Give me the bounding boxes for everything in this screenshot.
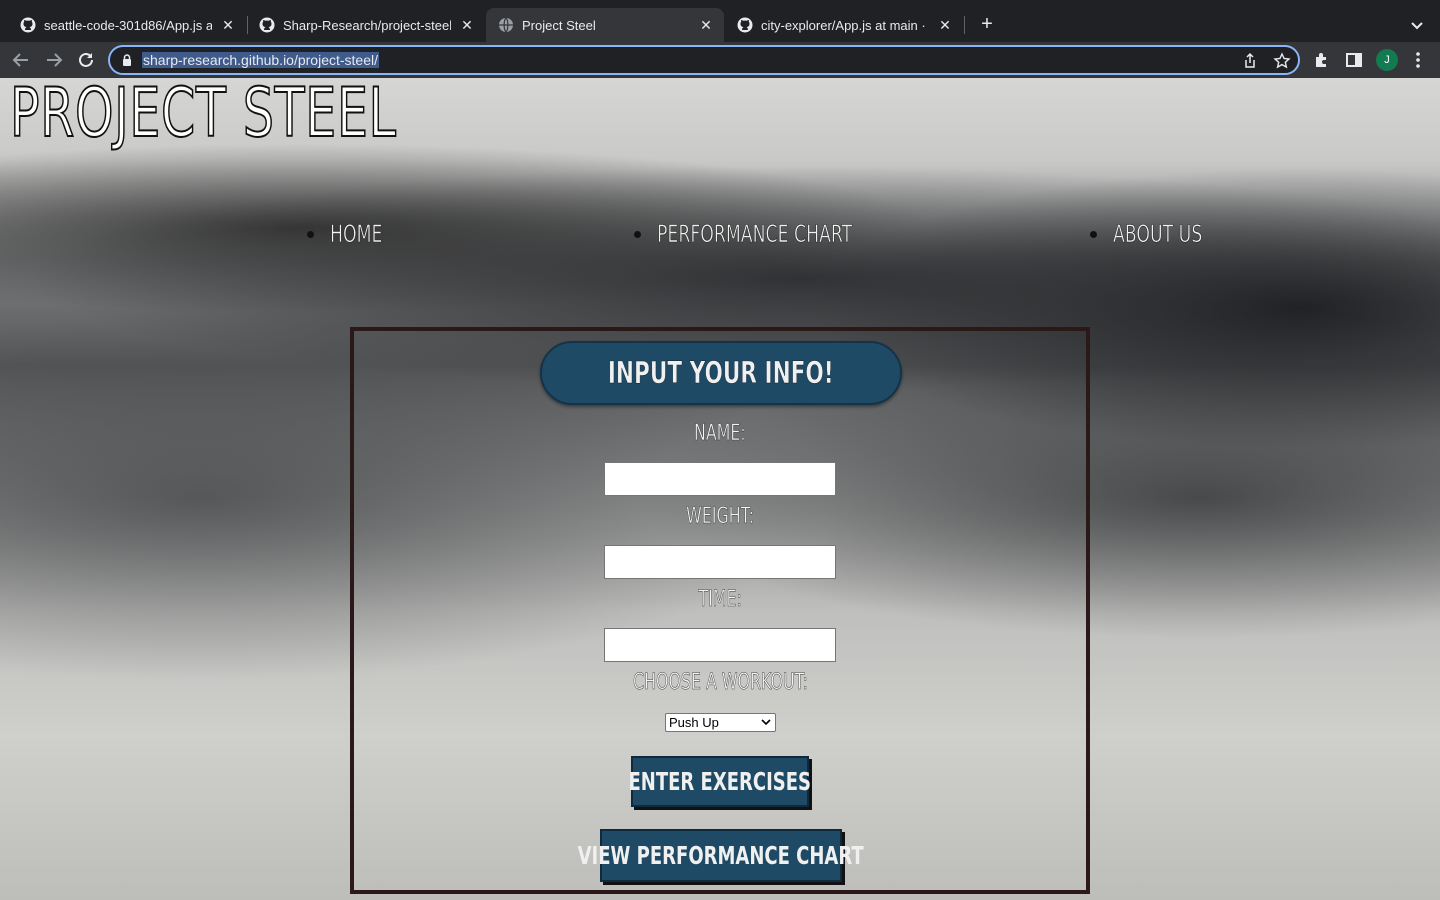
view-performance-chart-button[interactable]: VIEW PERFORMANCE CHART (578, 829, 864, 882)
view-performance-chart-label: VIEW PERFORMANCE CHART (577, 841, 865, 870)
bullet (634, 230, 641, 238)
close-tab-icon[interactable]: ✕ (937, 17, 953, 33)
form-heading-text: INPUT YOUR INFO! (608, 355, 834, 391)
close-tab-icon[interactable]: ✕ (220, 17, 236, 33)
extensions-puzzle-icon[interactable] (1312, 50, 1332, 70)
main-nav: HOME PERFORMANCE CHART ABOUT US (0, 218, 1440, 250)
tab-title: seattle-code-301d86/App.js at (44, 17, 212, 33)
close-tab-icon[interactable]: ✕ (698, 17, 714, 33)
nav-link-about-us[interactable]: ABOUT US (1113, 220, 1203, 249)
tab-title: city-explorer/App.js at main · S (761, 17, 929, 33)
bullet (307, 230, 314, 238)
enter-exercises-label: ENTER EXERCISES (628, 767, 812, 796)
reload-icon[interactable] (75, 49, 97, 71)
workout-select-value: Push Up (669, 715, 719, 730)
nav-about-us[interactable]: ABOUT US (1090, 218, 1237, 250)
github-icon (259, 17, 275, 33)
tab-project-steel[interactable]: Project Steel ✕ (486, 8, 724, 42)
more-menu-icon[interactable] (1408, 50, 1428, 70)
address-bar[interactable]: sharp-research.github.io/project-steel/ (108, 45, 1300, 75)
form-heading: INPUT YOUR INFO! (540, 341, 902, 405)
tab-project-steel-repo[interactable]: Sharp-Research/project-steel ✕ (247, 8, 485, 42)
site-title: PROJECT STEEL (9, 78, 397, 153)
tab-title: Project Steel (522, 17, 596, 33)
url-text[interactable]: sharp-research.github.io/project-steel/ (142, 52, 380, 68)
time-input[interactable] (604, 628, 836, 662)
side-panel-icon[interactable] (1344, 50, 1364, 70)
lock-icon[interactable] (120, 53, 134, 67)
github-icon (737, 17, 753, 33)
share-icon[interactable] (1241, 52, 1259, 70)
tab-strip: seattle-code-301d86/App.js at ✕ Sharp-Re… (0, 0, 1440, 42)
close-tab-icon[interactable]: ✕ (459, 17, 475, 33)
tab-seattle-code[interactable]: seattle-code-301d86/App.js at ✕ (8, 8, 246, 42)
enter-exercises-button[interactable]: ENTER EXERCISES (628, 756, 812, 807)
bullet (1090, 230, 1097, 238)
back-arrow-icon[interactable] (10, 49, 32, 71)
workout-select[interactable]: Push Up (665, 713, 776, 732)
bookmark-star-icon[interactable] (1273, 52, 1291, 70)
tab-divider (964, 16, 965, 34)
name-input[interactable] (604, 462, 836, 496)
tab-city-explorer[interactable]: city-explorer/App.js at main · S ✕ (725, 8, 963, 42)
github-icon (20, 17, 36, 33)
name-label: NAME: (694, 421, 746, 447)
tab-search-chevron-icon[interactable] (1406, 14, 1428, 36)
time-label: TIME: (698, 587, 742, 613)
new-tab-button[interactable]: + (976, 14, 998, 36)
page-viewport: PROJECT STEEL HOME PERFORMANCE CHART ABO… (0, 78, 1440, 900)
nav-performance-chart[interactable]: PERFORMANCE CHART (634, 218, 928, 250)
weight-label: WEIGHT: (686, 504, 754, 530)
forward-arrow-icon[interactable] (43, 49, 65, 71)
profile-avatar[interactable]: J (1376, 49, 1398, 71)
globe-icon (499, 17, 513, 33)
tab-title: Sharp-Research/project-steel (283, 17, 451, 33)
nav-home[interactable]: HOME (307, 218, 403, 250)
browser-toolbar: sharp-research.github.io/project-steel/ … (0, 42, 1440, 78)
weight-input[interactable] (604, 545, 836, 579)
nav-link-performance-chart[interactable]: PERFORMANCE CHART (657, 220, 853, 249)
workout-label: CHOOSE A WORKOUT: (632, 670, 808, 696)
nav-link-home[interactable]: HOME (330, 220, 383, 249)
workout-form: INPUT YOUR INFO! NAME: WEIGHT: TIME: CHO… (350, 327, 1090, 894)
chevron-down-icon (761, 719, 771, 726)
